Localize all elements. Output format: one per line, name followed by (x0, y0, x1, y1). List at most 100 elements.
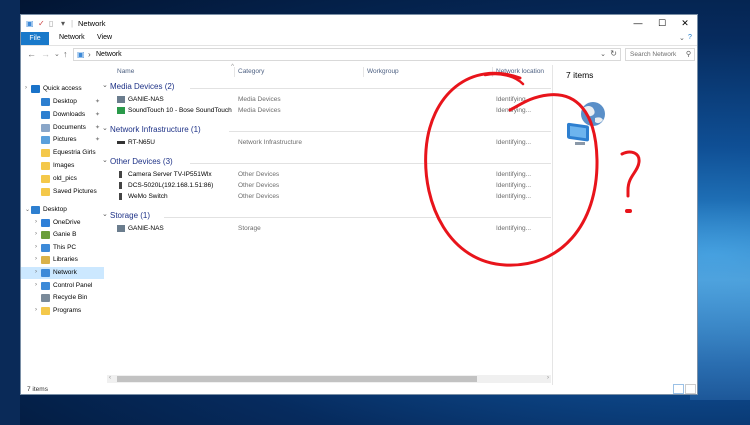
group-collapse-icon[interactable]: ⌄ (102, 210, 108, 218)
address-box[interactable]: ▣ › Network ⌄ ↻ (73, 48, 621, 61)
recent-locations-button[interactable]: ⌄ (54, 50, 60, 58)
sidebar-item[interactable]: › Programs (21, 305, 104, 317)
file-list: Name ^ Category Workgroup Network locati… (102, 63, 551, 385)
up-button[interactable]: ↑ (63, 49, 68, 59)
horizontal-scroll-thumb[interactable] (117, 376, 477, 382)
column-header-name[interactable]: Name (117, 68, 134, 75)
libraries-icon (41, 256, 50, 264)
sidebar-item[interactable]: Documents ✦ (21, 122, 104, 134)
sidebar-item[interactable]: Pictures ✦ (21, 134, 104, 146)
expand-ribbon-chevron-icon[interactable]: ⌄ (679, 34, 685, 42)
preview-item-count: 7 items (566, 70, 594, 80)
sidebar-item[interactable]: › Libraries (21, 254, 104, 266)
expand-chevron-icon[interactable]: › (35, 282, 37, 288)
pin-icon: ✦ (95, 99, 101, 105)
search-input[interactable]: Search Network ⚲ (625, 48, 695, 61)
properties-icon[interactable]: ✓ (38, 19, 45, 28)
refresh-icon[interactable]: ↻ (610, 49, 617, 58)
sidebar-item-label: Pictures (53, 136, 77, 143)
scroll-left-icon[interactable]: ‹ (109, 375, 111, 381)
folder-icon (41, 175, 50, 183)
sidebar-item-label: Images (53, 162, 75, 169)
column-header-category[interactable]: Category (238, 68, 264, 75)
sidebar-item[interactable]: ⌄ Desktop (21, 204, 104, 216)
sidebar-item[interactable]: Equestria Girls (21, 147, 104, 159)
column-separator[interactable] (363, 67, 364, 77)
item-network-location: Identifying... (496, 107, 532, 114)
sidebar-item[interactable]: › Quick access (21, 83, 104, 95)
list-item[interactable]: WeMo Switch Other Devices Identifying... (107, 191, 551, 202)
group-header[interactable]: Other Devices (3) (110, 157, 173, 166)
group-header[interactable]: Storage (1) (110, 211, 150, 220)
expand-chevron-icon[interactable]: › (35, 307, 37, 313)
details-view-button[interactable] (673, 384, 684, 394)
group-divider (164, 217, 551, 218)
expand-chevron-icon[interactable]: › (35, 269, 37, 275)
group-collapse-icon[interactable]: ⌄ (102, 124, 108, 132)
close-button[interactable]: ✕ (674, 17, 696, 30)
item-category: Storage (238, 225, 261, 232)
sidebar-item[interactable]: Recycle Bin (21, 292, 104, 304)
sidebar-item[interactable]: › Control Panel (21, 280, 104, 292)
new-folder-icon[interactable]: ▯ (49, 19, 53, 28)
expand-chevron-icon[interactable]: › (35, 256, 37, 262)
tab-view[interactable]: View (97, 34, 112, 41)
group-collapse-icon[interactable]: ⌄ (102, 156, 108, 164)
address-dropdown-icon[interactable]: ⌄ (600, 50, 606, 58)
expand-chevron-icon[interactable]: › (35, 231, 37, 237)
device-icon (119, 171, 122, 178)
expand-chevron-icon[interactable]: › (35, 244, 37, 250)
column-header-workgroup[interactable]: Workgroup (367, 68, 399, 75)
list-item[interactable]: SoundTouch 10 - Bose SoundTouch Media Dev… (107, 105, 551, 116)
desktop-icon (31, 206, 40, 214)
sidebar-item[interactable]: › This PC (21, 242, 104, 254)
network-icon (41, 269, 50, 277)
group-header[interactable]: Media Devices (2) (110, 82, 174, 91)
group-collapse-icon[interactable]: ⌄ (102, 81, 108, 89)
group-divider (228, 131, 551, 132)
large-icons-view-button[interactable] (685, 384, 696, 394)
group-header[interactable]: Network Infrastructure (1) (110, 125, 201, 134)
sidebar-item-label: Network (53, 269, 77, 276)
title-bar: ▣ ✓ ▯ ▾ | Network — ☐ ✕ (21, 15, 697, 32)
sidebar-item[interactable]: Images (21, 160, 104, 172)
sidebar-item[interactable]: › Network (21, 267, 104, 279)
item-name: WeMo Switch (128, 193, 168, 200)
horizontal-scrollbar[interactable]: ‹ › (107, 375, 551, 383)
pin-icon: ✦ (95, 125, 101, 131)
sidebar-item[interactable]: old_pics (21, 173, 104, 185)
expand-chevron-icon[interactable]: › (25, 85, 27, 91)
list-item[interactable]: Camera Server TV-IP551Wlx Other Devices Id… (107, 169, 551, 180)
column-separator[interactable] (234, 67, 235, 77)
list-item[interactable]: DCS-5020L(192.168.1.51:86) Other Devices I… (107, 180, 551, 191)
download-icon (41, 111, 50, 119)
media-device-icon (117, 96, 125, 103)
network-location-icon: ▣ (77, 50, 85, 59)
sidebar-item[interactable]: › Ganie B (21, 229, 104, 241)
back-button[interactable]: ← (27, 49, 36, 59)
list-item[interactable]: RT-N65U Network Infrastructure Identifying… (107, 137, 551, 148)
scroll-right-icon[interactable]: › (547, 375, 549, 381)
sidebar-item[interactable]: Downloads ✦ (21, 109, 104, 121)
tab-network[interactable]: Network (59, 34, 85, 41)
address-path[interactable]: Network (96, 51, 122, 58)
column-header-network-location[interactable]: Network location (496, 68, 544, 75)
sidebar-item[interactable]: › OneDrive (21, 217, 104, 229)
sidebar-item[interactable]: Desktop ✦ (21, 96, 104, 108)
list-item[interactable]: GANIE-NAS Media Devices Identifying... (107, 94, 551, 105)
folder-icon (41, 307, 50, 315)
tab-file[interactable]: File (21, 32, 49, 45)
list-item[interactable]: GANIE-NAS Storage Identifying... (107, 223, 551, 234)
expand-chevron-icon[interactable]: › (35, 219, 37, 225)
customize-toolbar-icon[interactable]: ▾ (61, 19, 65, 28)
sidebar-item-label: Programs (53, 307, 82, 314)
expand-chevron-icon[interactable]: ⌄ (25, 206, 30, 213)
help-icon[interactable]: ? (688, 34, 692, 41)
item-network-location: Identifying... (496, 182, 532, 189)
column-separator[interactable] (492, 67, 493, 77)
maximize-button[interactable]: ☐ (651, 17, 673, 30)
sidebar-item[interactable]: Saved Pictures (21, 186, 104, 198)
preview-pane: 7 items (552, 65, 699, 385)
forward-button[interactable]: → (41, 49, 50, 59)
minimize-button[interactable]: — (627, 17, 649, 30)
